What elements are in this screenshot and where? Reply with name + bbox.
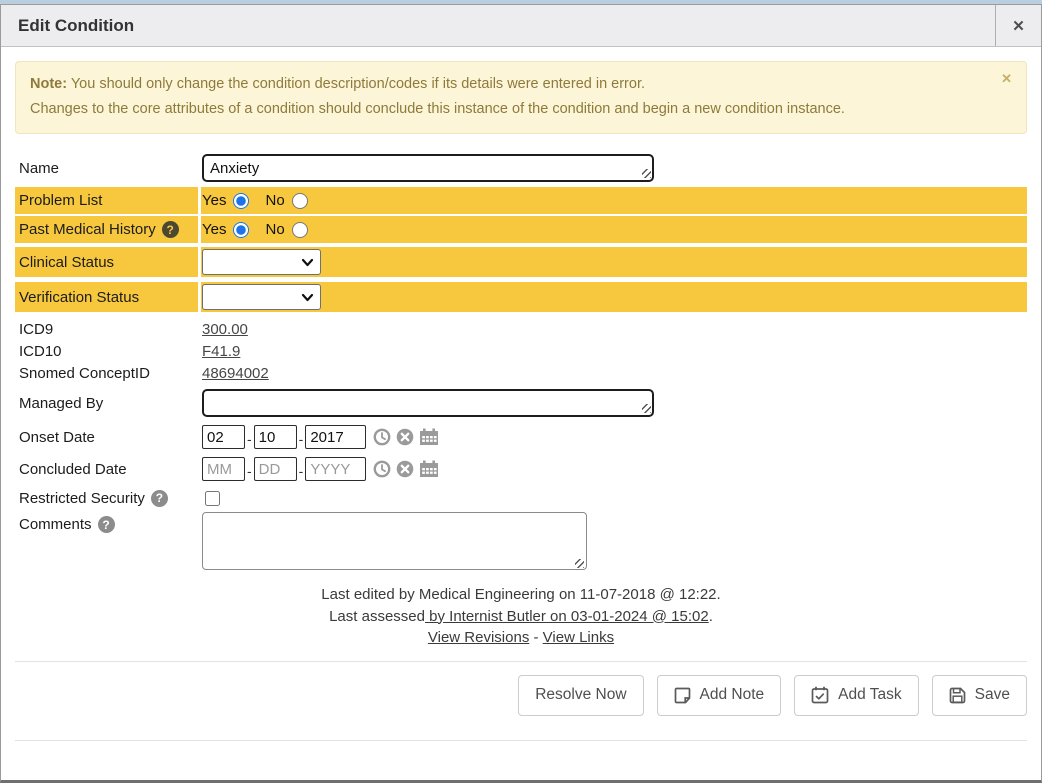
restricted-security-label: Restricted Security	[19, 490, 145, 507]
past-medical-history-label: Past Medical History	[19, 221, 156, 238]
problem-list-no-radio[interactable]	[292, 193, 308, 209]
clear-date-icon[interactable]	[396, 428, 414, 446]
date-separator: -	[299, 463, 304, 479]
onset-month-input[interactable]	[202, 425, 245, 449]
calendar-check-icon	[811, 686, 829, 704]
name-label: Name	[15, 153, 198, 183]
name-input[interactable]	[202, 154, 654, 182]
clinical-status-row: Clinical Status	[15, 247, 1027, 277]
add-note-button[interactable]: Add Note	[657, 675, 782, 716]
view-links-line: View Revisions - View Links	[15, 627, 1027, 649]
view-links-link[interactable]: View Links	[543, 629, 614, 646]
managed-by-row: Managed By	[15, 388, 1027, 418]
help-icon[interactable]: ?	[98, 516, 115, 533]
problem-list-yes-radio[interactable]	[233, 193, 249, 209]
view-revisions-link[interactable]: View Revisions	[428, 629, 529, 646]
pmh-no-label: No	[265, 221, 284, 238]
snomed-label: Snomed ConceptID	[15, 362, 198, 384]
calendar-picker-icon[interactable]	[419, 460, 439, 478]
date-separator: -	[247, 431, 252, 447]
comments-label: Comments	[19, 516, 92, 533]
onset-day-input[interactable]	[254, 425, 297, 449]
past-medical-history-row: Past Medical History ? Yes No	[15, 216, 1027, 243]
edit-condition-dialog: Edit Condition ✕ ✕ Note: You should only…	[0, 4, 1042, 783]
audit-info: Last edited by Medical Engineering on 11…	[15, 584, 1027, 649]
managed-by-label: Managed By	[15, 388, 198, 418]
concluded-day-input[interactable]	[254, 457, 297, 481]
action-buttons: Resolve Now Add Note Add Task Save	[1, 662, 1041, 740]
icd9-code-link[interactable]: 300.00	[202, 321, 248, 338]
banner-line2: Changes to the core attributes of a cond…	[30, 97, 1012, 122]
icd10-label: ICD10	[15, 340, 198, 362]
comments-textarea[interactable]	[202, 512, 587, 570]
onset-year-input[interactable]	[305, 425, 366, 449]
dialog-title: Edit Condition	[1, 5, 995, 46]
last-edited-text: Last edited by Medical Engineering on 11…	[15, 584, 1027, 606]
dialog-close-button[interactable]: ✕	[995, 5, 1041, 46]
problem-list-row: Problem List Yes No	[15, 187, 1027, 214]
pmh-no-radio[interactable]	[292, 222, 308, 238]
onset-date-row: Onset Date - -	[15, 422, 1027, 452]
condition-form: Name Problem List Yes No Past Medical Hi…	[1, 134, 1041, 649]
close-icon: ✕	[1012, 17, 1025, 35]
last-assessed-text: Last assessed by Internist Butler on 03-…	[15, 606, 1027, 628]
snomed-row: Snomed ConceptID 48694002	[15, 362, 1027, 384]
note-icon	[674, 687, 691, 704]
dialog-header: Edit Condition ✕	[1, 5, 1041, 47]
banner-close-icon[interactable]: ✕	[1001, 72, 1012, 86]
verification-status-row: Verification Status	[15, 282, 1027, 312]
help-icon[interactable]: ?	[151, 490, 168, 507]
clinical-status-select[interactable]	[202, 249, 321, 275]
pmh-yes-label: Yes	[202, 221, 226, 238]
help-icon[interactable]: ?	[162, 221, 179, 238]
concluded-year-input[interactable]	[305, 457, 366, 481]
clinical-status-label: Clinical Status	[15, 247, 198, 277]
verification-status-select[interactable]	[202, 284, 321, 310]
calendar-picker-icon[interactable]	[419, 428, 439, 446]
pmh-yes-radio[interactable]	[233, 222, 249, 238]
warning-note-banner: ✕ Note: You should only change the condi…	[15, 61, 1027, 134]
concluded-date-row: Concluded Date - -	[15, 454, 1027, 484]
verification-status-label: Verification Status	[15, 282, 198, 312]
concluded-date-label: Concluded Date	[15, 454, 198, 484]
icd10-code-link[interactable]: F41.9	[202, 343, 240, 360]
name-row: Name	[15, 153, 1027, 183]
concluded-month-input[interactable]	[202, 457, 245, 481]
last-assessed-link[interactable]: by Internist Butler on 03-01-2024 @ 15:0…	[425, 608, 709, 625]
problem-list-no-label: No	[265, 192, 284, 209]
problem-list-label: Problem List	[15, 187, 198, 214]
banner-line1: Note: You should only change the conditi…	[30, 72, 1012, 97]
icd9-row: ICD9 300.00	[15, 318, 1027, 340]
clear-date-icon[interactable]	[396, 460, 414, 478]
save-button[interactable]: Save	[932, 675, 1027, 716]
restricted-security-checkbox[interactable]	[205, 491, 220, 506]
save-icon	[949, 687, 966, 704]
date-separator: -	[247, 463, 252, 479]
add-task-button[interactable]: Add Task	[794, 675, 918, 716]
set-time-now-icon[interactable]	[373, 460, 391, 478]
snomed-code-link[interactable]: 48694002	[202, 365, 269, 382]
dialog-footer-space	[1, 741, 1041, 781]
icd9-label: ICD9	[15, 318, 198, 340]
onset-date-label: Onset Date	[15, 422, 198, 452]
restricted-security-row: Restricted Security ?	[15, 486, 1027, 510]
problem-list-yes-label: Yes	[202, 192, 226, 209]
resolve-now-button[interactable]: Resolve Now	[518, 675, 643, 716]
managed-by-input[interactable]	[202, 389, 654, 417]
icd10-row: ICD10 F41.9	[15, 340, 1027, 362]
date-separator: -	[299, 431, 304, 447]
comments-row: Comments ?	[15, 512, 1027, 575]
set-time-now-icon[interactable]	[373, 428, 391, 446]
